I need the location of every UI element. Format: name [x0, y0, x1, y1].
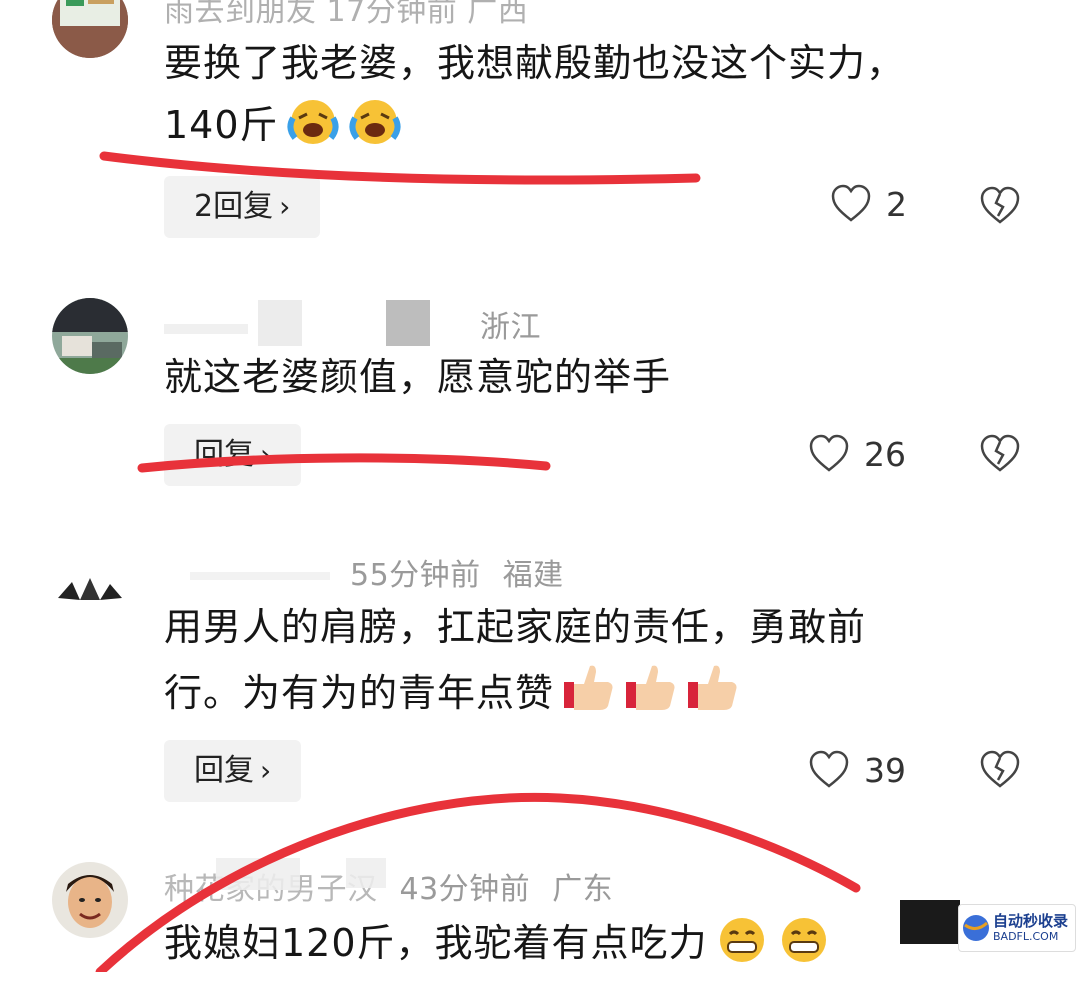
- avatar-image: [52, 862, 128, 938]
- comment-region: 浙江: [480, 310, 541, 345]
- chevron-right-icon: ›: [279, 190, 291, 223]
- laughing-crying-emoji-icon: [347, 96, 403, 164]
- like-button[interactable]: 39: [808, 750, 906, 790]
- comment-text: 要换了我老婆，我想献殷勤也没这个实力， 140斤: [164, 32, 994, 164]
- content-redacted: [900, 900, 960, 944]
- username-redacted: [258, 300, 302, 346]
- comment-text: 就这老婆颜值，愿意驼的举手: [164, 355, 672, 399]
- comment-text-line: 用男人的肩膀，扛起家庭的责任，勇敢前: [164, 605, 867, 649]
- comment-text-line: 行。为有为的青年点赞: [164, 658, 994, 732]
- username-redacted: [164, 324, 248, 334]
- avatar[interactable]: [52, 298, 128, 374]
- like-count: 26: [864, 434, 906, 474]
- reply-button[interactable]: 回复 ›: [164, 424, 302, 486]
- heart-outline-icon: [809, 434, 849, 472]
- username-redacted: [346, 858, 386, 888]
- broken-heart-icon: [980, 186, 1020, 224]
- watermark-line2: BADFL.COM: [993, 930, 1059, 943]
- heart-outline-icon: [831, 184, 871, 222]
- globe-logo-icon: [963, 915, 989, 941]
- comment-region: 广东: [552, 872, 614, 907]
- username-redacted: [190, 572, 330, 580]
- avatar[interactable]: [52, 548, 128, 624]
- reply-button[interactable]: 回复 ›: [164, 740, 302, 802]
- username-redacted: [386, 300, 430, 346]
- comment-meta: 雨去到朋友 17分钟前 广西: [164, 0, 550, 30]
- comment-meta: 55分钟前 福建: [350, 550, 586, 594]
- comment-text-line: 140斤: [164, 94, 994, 164]
- broken-heart-icon: [980, 434, 1020, 472]
- watermark-line1: 自动秒收录: [993, 912, 1069, 930]
- watermark: 自动秒收录 BADFL.COM: [958, 904, 1076, 952]
- like-count: 2: [886, 184, 907, 224]
- username-redacted: [216, 858, 300, 890]
- like-button[interactable]: 2: [830, 184, 907, 224]
- avatar-image: [52, 0, 128, 58]
- dislike-button[interactable]: [978, 750, 1022, 794]
- heart-outline-icon: [809, 750, 849, 788]
- comment-time: 55分钟前: [350, 558, 481, 593]
- avatar-image: [52, 548, 128, 624]
- reply-button[interactable]: 2回复 ›: [164, 176, 321, 238]
- avatar[interactable]: [52, 862, 128, 938]
- dislike-button[interactable]: [978, 186, 1022, 230]
- chevron-right-icon: ›: [260, 438, 272, 471]
- avatar[interactable]: [52, 0, 128, 58]
- dislike-button[interactable]: [978, 434, 1022, 478]
- comment-region: 福建: [502, 558, 564, 593]
- thumbs-up-emoji-icon: [560, 658, 616, 732]
- comment-meta: 浙江: [480, 302, 563, 346]
- like-button[interactable]: 26: [808, 434, 906, 474]
- chevron-right-icon: ›: [260, 754, 272, 787]
- meta-text: 雨去到朋友 17分钟前 广西: [164, 0, 529, 29]
- avatar-image: [52, 298, 128, 374]
- thumbs-up-emoji-icon: [684, 658, 740, 732]
- comment-time: 43分钟前: [399, 872, 531, 907]
- laughing-crying-emoji-icon: [285, 96, 341, 164]
- comment-text-line: 要换了我老婆，我想献殷勤也没这个实力，: [164, 41, 906, 85]
- comment-text: 用男人的肩膀，扛起家庭的责任，勇敢前 行。为有为的青年点赞: [164, 596, 994, 732]
- broken-heart-icon: [980, 750, 1020, 788]
- like-count: 39: [864, 750, 906, 790]
- thumbs-up-emoji-icon: [622, 658, 678, 732]
